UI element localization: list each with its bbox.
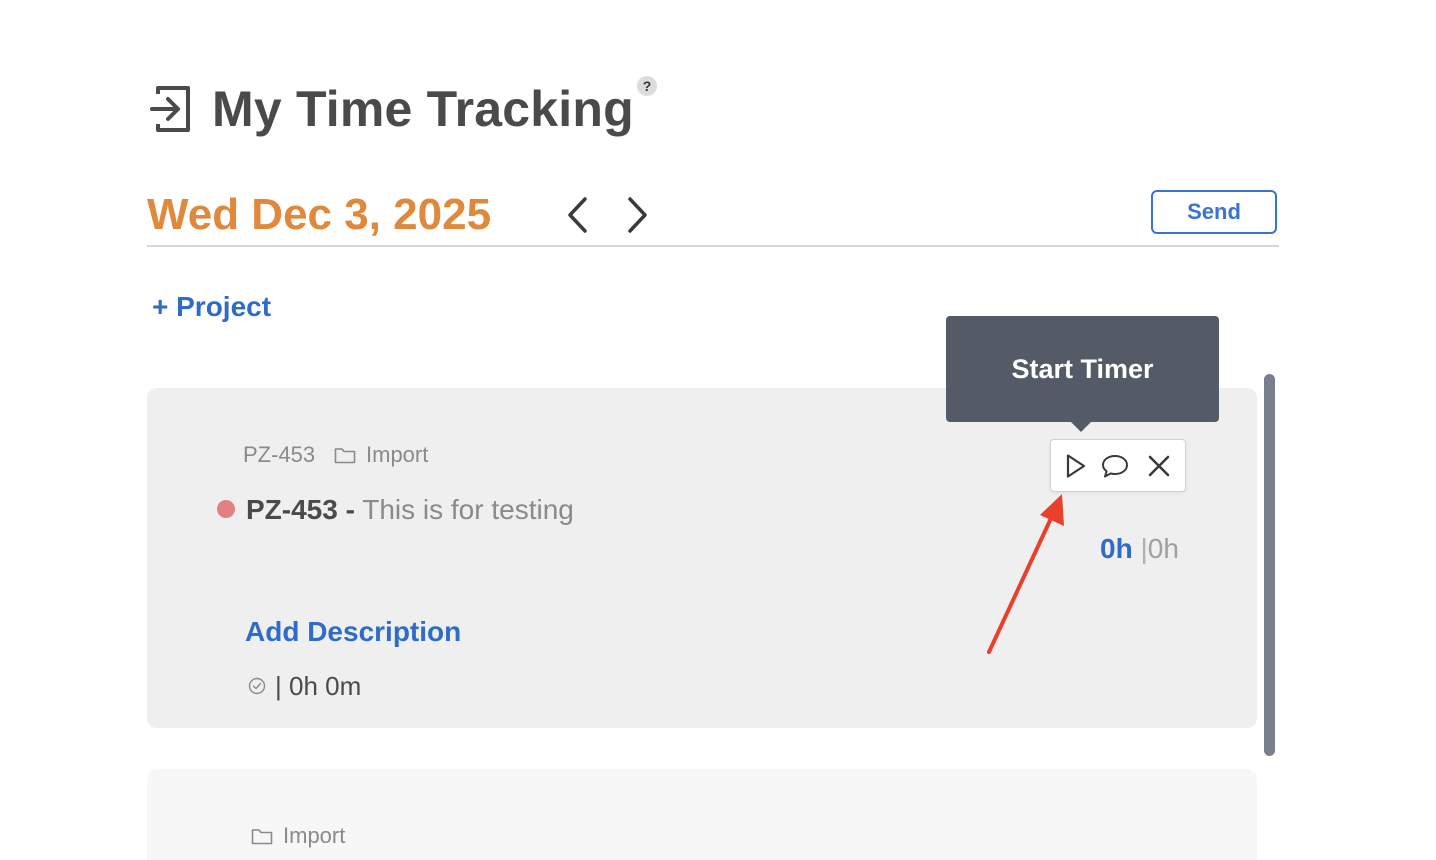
task-action-toolbar (1050, 439, 1186, 492)
status-dot (217, 500, 235, 518)
time-planned: 0h (1147, 533, 1179, 564)
current-date[interactable]: Wed Dec 3, 2025 (147, 188, 491, 242)
task-meta-id: PZ-453 (243, 442, 316, 467)
close-icon[interactable] (1145, 452, 1173, 480)
tooltip-text: Start Timer (1011, 354, 1154, 384)
comment-icon[interactable] (1101, 452, 1129, 480)
date-divider (147, 245, 1279, 247)
task-title[interactable]: PZ-453 - This is for testing (246, 493, 574, 527)
folder-icon (334, 448, 356, 464)
duration-text: | 0h 0m (275, 671, 362, 701)
play-icon[interactable] (1061, 452, 1089, 480)
chevron-right-icon[interactable] (626, 196, 650, 234)
time-separator: | (1140, 533, 1148, 564)
scrollbar[interactable] (1264, 374, 1275, 756)
send-button[interactable]: Send (1151, 190, 1277, 234)
chevron-left-icon[interactable] (565, 196, 589, 234)
task-name: This is for testing (354, 494, 574, 525)
annotation-arrow (987, 494, 1064, 654)
help-icon[interactable]: ? (637, 76, 657, 96)
start-timer-tooltip: Start Timer (946, 316, 1219, 422)
check-circle-icon (248, 677, 266, 695)
task-code: PZ-453 - (246, 494, 355, 525)
tooltip-arrow (1070, 421, 1092, 432)
task-meta-project[interactable]: Import (366, 440, 428, 470)
enter-icon (150, 86, 190, 132)
folder-icon (251, 829, 273, 845)
page-title: My Time Tracking (212, 81, 634, 137)
add-project-button[interactable]: + Project (152, 287, 271, 327)
time-logged: 0h (1100, 533, 1133, 564)
time-tracking-page: My Time Tracking ? Wed Dec 3, 2025 Send … (0, 0, 1436, 860)
task2-meta-project[interactable]: Import (283, 821, 345, 851)
add-description-link[interactable]: Add Description (245, 615, 461, 649)
time-totals: 0h |0h (1100, 531, 1179, 567)
